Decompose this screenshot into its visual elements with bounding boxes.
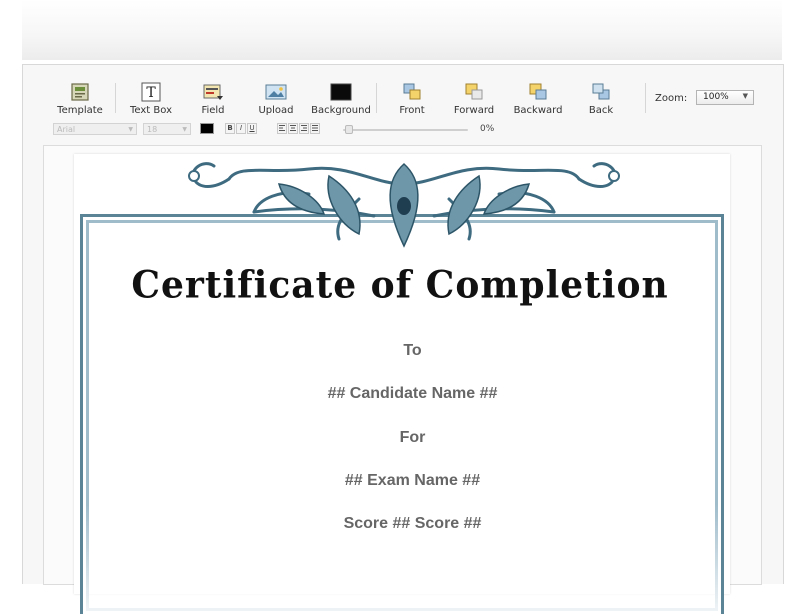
toolbar: Template T Text Box Field Upload Backgro… (23, 65, 783, 139)
text-box-icon: T (141, 82, 161, 102)
certificate-editor: Template T Text Box Field Upload Backgro… (22, 64, 784, 614)
bring-forward-button[interactable]: Forward (450, 82, 498, 116)
bring-to-front-icon (403, 83, 421, 100)
background-button[interactable]: Background (310, 82, 372, 116)
background-icon (330, 83, 352, 101)
justify-icon (312, 125, 318, 131)
bring-to-front-button[interactable]: Front (393, 82, 431, 116)
align-center-button[interactable] (288, 123, 298, 134)
chevron-down-icon: ▼ (182, 126, 187, 133)
svg-text:T: T (146, 85, 156, 101)
to-text[interactable]: To (0, 342, 800, 360)
opacity-slider-handle[interactable] (345, 125, 353, 134)
backward-label: Backward (513, 105, 563, 116)
font-size-select[interactable]: 18 ▼ (143, 123, 191, 135)
send-to-back-icon (592, 83, 610, 100)
field-button[interactable]: Field (193, 82, 233, 116)
opacity-value: 0% (480, 124, 495, 134)
align-right-icon (301, 125, 307, 131)
top-header-band (22, 0, 782, 60)
zoom-label: Zoom: (655, 93, 688, 104)
align-center-icon (290, 125, 296, 131)
exam-name-field[interactable]: ## Exam Name ## (0, 472, 800, 490)
background-label: Background (311, 105, 371, 116)
text-box-button[interactable]: T Text Box (125, 82, 177, 116)
align-right-button[interactable] (299, 123, 309, 134)
justify-button[interactable] (310, 123, 320, 134)
font-family-select[interactable]: Arial ▼ (53, 123, 137, 135)
underline-button[interactable]: U (247, 123, 257, 134)
zoom-select[interactable]: 100% ▼ (696, 90, 754, 105)
certificate-title[interactable]: Certificate of Completion (0, 263, 800, 307)
back-label: Back (588, 105, 614, 116)
font-size-value: 18 (147, 125, 158, 134)
field-label: Field (201, 105, 225, 116)
forward-label: Forward (453, 105, 495, 116)
upload-label: Upload (258, 105, 294, 116)
upload-image-icon (265, 84, 287, 100)
for-text[interactable]: For (0, 429, 800, 447)
send-backward-icon (529, 83, 547, 100)
text-color-swatch[interactable] (200, 123, 214, 134)
front-label: Front (399, 105, 425, 116)
field-icon (203, 84, 223, 100)
chevron-down-icon: ▼ (742, 92, 748, 100)
bring-forward-icon (465, 83, 483, 100)
send-to-back-button[interactable]: Back (584, 82, 618, 116)
toolbar-separator (115, 83, 116, 113)
font-family-value: Arial (57, 125, 76, 134)
toolbar-separator (376, 83, 377, 113)
upload-button[interactable]: Upload (255, 82, 297, 116)
score-field[interactable]: Score ## Score ## (0, 515, 800, 533)
candidate-name-field[interactable]: ## Candidate Name ## (0, 385, 800, 403)
text-box-label: Text Box (130, 105, 172, 116)
opacity-slider-track[interactable] (343, 129, 468, 131)
chevron-down-icon: ▼ (128, 126, 133, 133)
bold-button[interactable]: B (225, 123, 235, 134)
template-icon (71, 83, 89, 101)
align-left-icon (279, 125, 285, 131)
toolbar-separator (645, 83, 646, 113)
send-backward-button[interactable]: Backward (511, 82, 565, 116)
align-left-button[interactable] (277, 123, 287, 134)
format-bar: Arial ▼ 18 ▼ B I U 0% (23, 121, 783, 137)
zoom-value: 100% (703, 92, 729, 102)
decorative-ornament-icon (188, 162, 620, 248)
template-label: Template (57, 105, 103, 116)
template-button[interactable]: Template (56, 82, 104, 116)
italic-button[interactable]: I (236, 123, 246, 134)
